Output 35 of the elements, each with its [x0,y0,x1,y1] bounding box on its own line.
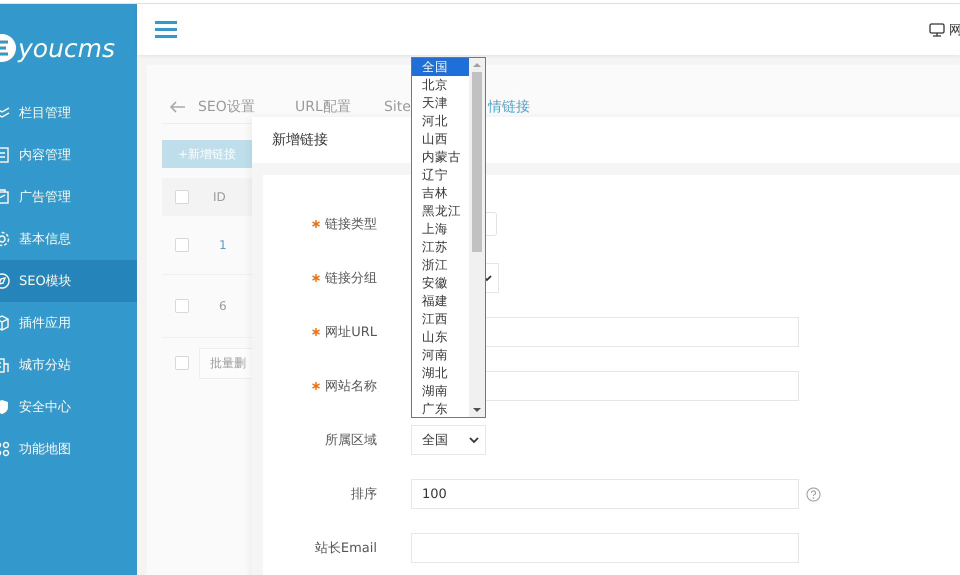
dropdown-option[interactable]: 广东 [412,400,469,417]
dropdown-option[interactable]: 天津 [412,94,469,112]
logo-text: youcms [18,34,116,62]
dropdown-option[interactable]: 江西 [412,310,469,328]
dropdown-option[interactable]: 湖北 [412,364,469,382]
input-field[interactable]: 100 [411,479,799,509]
dropdown-option[interactable]: 黑龙江 [412,202,469,220]
dropdown-option[interactable]: 河北 [412,112,469,130]
dropdown-option[interactable]: 湖南 [412,382,469,400]
table-cell: 6 [219,299,227,313]
dropdown-option[interactable]: 山东 [412,328,469,346]
field-label: 网站名称 [325,378,377,395]
field-label: 所属区域 [325,432,377,449]
select-field[interactable]: 全国 [411,425,486,455]
dropdown-option[interactable]: 浙江 [412,256,469,274]
dropdown-option[interactable]: 全国 [412,58,469,76]
field-label: 排序 [351,486,377,503]
column-header: ID [213,190,226,204]
dropdown-option[interactable]: 福建 [412,292,469,310]
field-label: 站长Email [314,540,377,557]
dropdown-option[interactable]: 上海 [412,220,469,238]
modal-title: 新增链接 [272,131,328,149]
field-label: 链接分组 [325,270,377,287]
dropdown-option[interactable]: 北京 [412,76,469,94]
dropdown-option[interactable]: 吉林 [412,184,469,202]
field-label: 链接类型 [325,216,377,233]
field-label: 网址URL [325,324,377,341]
dropdown-option[interactable]: 辽宁 [412,166,469,184]
dropdown-option[interactable]: 河南 [412,346,469,364]
table-cell: 1 [219,238,227,252]
sidebar-item[interactable]: SEO模块 [0,260,137,302]
dropdown-option[interactable]: 安徽 [412,274,469,292]
dropdown-option[interactable]: 江苏 [412,238,469,256]
dropdown-option[interactable]: 内蒙古 [412,148,469,166]
dropdown-option[interactable]: 山西 [412,130,469,148]
